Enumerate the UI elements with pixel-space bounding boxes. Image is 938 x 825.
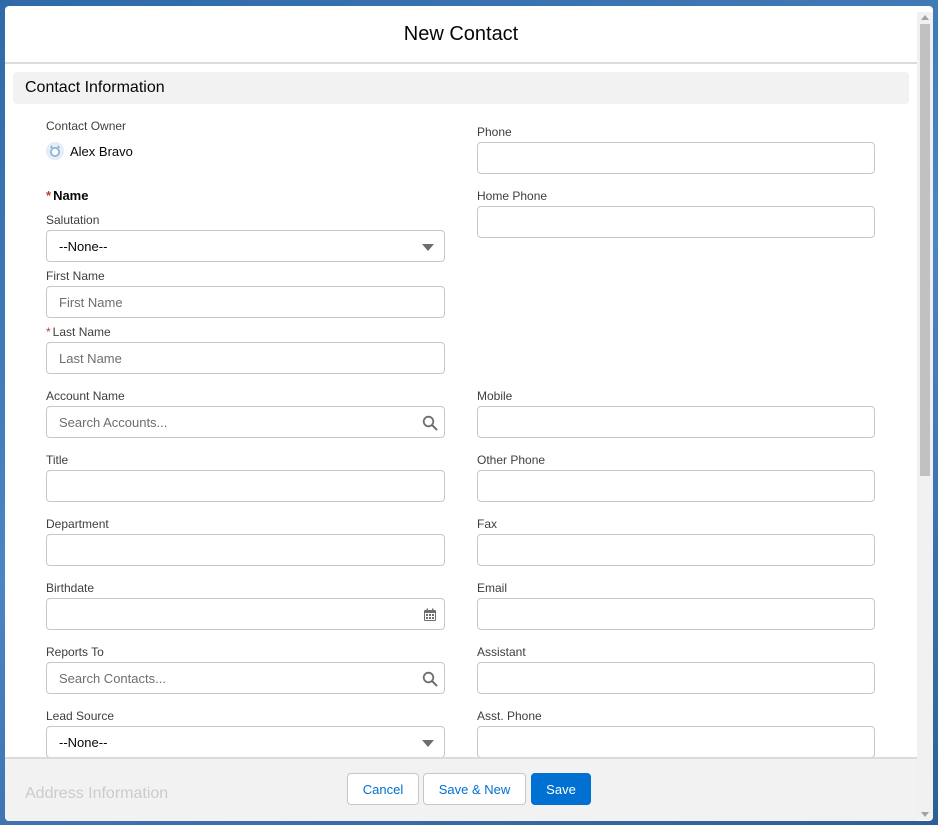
- required-mark: *: [46, 325, 51, 339]
- last-name-input[interactable]: Last Name: [46, 342, 445, 374]
- fax-input[interactable]: [477, 534, 875, 566]
- chevron-down-icon: [422, 244, 434, 251]
- home-phone-label: Home Phone: [477, 189, 548, 203]
- mobile-input[interactable]: [477, 406, 875, 438]
- contact-owner-label: Contact Owner: [46, 119, 127, 133]
- phone-input[interactable]: [477, 142, 875, 174]
- title-label: Title: [46, 453, 69, 467]
- salutation-select[interactable]: --None--: [46, 230, 445, 262]
- name-group-label: * Name: [46, 188, 88, 203]
- account-name-input[interactable]: Search Accounts...: [46, 406, 445, 438]
- title-input[interactable]: [46, 470, 445, 502]
- phone-label: Phone: [477, 125, 512, 139]
- last-name-label: * Last Name: [46, 325, 111, 339]
- contact-owner-name: Alex Bravo: [70, 143, 133, 159]
- asst-phone-input[interactable]: [477, 726, 875, 757]
- search-icon[interactable]: [422, 415, 438, 431]
- scroll-down-arrow-icon[interactable]: [921, 812, 929, 817]
- department-label: Department: [46, 517, 109, 531]
- section-title: Contact Information: [25, 79, 165, 96]
- department-input[interactable]: [46, 534, 445, 566]
- modal-scrollbar[interactable]: [917, 12, 933, 820]
- cancel-button[interactable]: Cancel: [347, 773, 419, 805]
- first-name-label: First Name: [46, 269, 105, 283]
- chevron-down-icon: [422, 740, 434, 747]
- scroll-up-arrow-icon[interactable]: [921, 15, 929, 20]
- birthdate-input[interactable]: [46, 598, 445, 630]
- required-mark: *: [46, 188, 52, 203]
- account-name-label: Account Name: [46, 389, 125, 403]
- asst-phone-label: Asst. Phone: [477, 709, 542, 723]
- birthdate-label: Birthdate: [46, 581, 95, 595]
- home-phone-input[interactable]: [477, 206, 875, 238]
- reports-to-input[interactable]: Search Contacts...: [46, 662, 445, 694]
- modal-footer: Address Information Cancel Save & New Sa…: [5, 757, 917, 821]
- lead-source-value: --None--: [59, 734, 108, 750]
- save-button[interactable]: Save: [531, 773, 591, 805]
- other-phone-input[interactable]: [477, 470, 875, 502]
- section-contact-information[interactable]: Contact Information: [13, 72, 909, 104]
- save-and-new-button[interactable]: Save & New: [423, 773, 526, 805]
- modal-body[interactable]: Contact Information Contact Owner Alex B…: [5, 64, 917, 757]
- assistant-input[interactable]: [477, 662, 875, 694]
- first-name-input[interactable]: First Name: [46, 286, 445, 318]
- email-label: Email: [477, 581, 508, 595]
- reports-to-placeholder: Search Contacts...: [59, 670, 166, 686]
- salutation-label: Salutation: [46, 213, 100, 227]
- reports-to-label: Reports To: [46, 645, 104, 659]
- calendar-icon[interactable]: [422, 607, 438, 623]
- mobile-label: Mobile: [477, 389, 513, 403]
- modal-title: New Contact: [403, 22, 519, 45]
- new-contact-modal: New Contact Contact Information Contact …: [5, 6, 933, 821]
- lead-source-select[interactable]: --None--: [46, 726, 445, 757]
- last-name-text: Last Name: [52, 325, 111, 339]
- user-avatar-icon: [46, 142, 64, 160]
- email-input[interactable]: [477, 598, 875, 630]
- fax-label: Fax: [477, 517, 498, 531]
- assistant-label: Assistant: [477, 645, 526, 659]
- address-information-section-faded: Address Information: [25, 785, 169, 802]
- other-phone-label: Other Phone: [477, 453, 546, 467]
- salutation-value: --None--: [59, 238, 108, 254]
- contact-owner-value[interactable]: Alex Bravo: [46, 142, 133, 160]
- account-name-placeholder: Search Accounts...: [59, 414, 168, 430]
- search-icon[interactable]: [422, 671, 438, 687]
- modal-header: New Contact: [5, 6, 917, 64]
- lead-source-label: Lead Source: [46, 709, 115, 723]
- name-group-text: Name: [53, 188, 89, 203]
- last-name-placeholder: Last Name: [59, 350, 122, 366]
- scrollbar-thumb[interactable]: [920, 24, 930, 476]
- first-name-placeholder: First Name: [59, 294, 123, 310]
